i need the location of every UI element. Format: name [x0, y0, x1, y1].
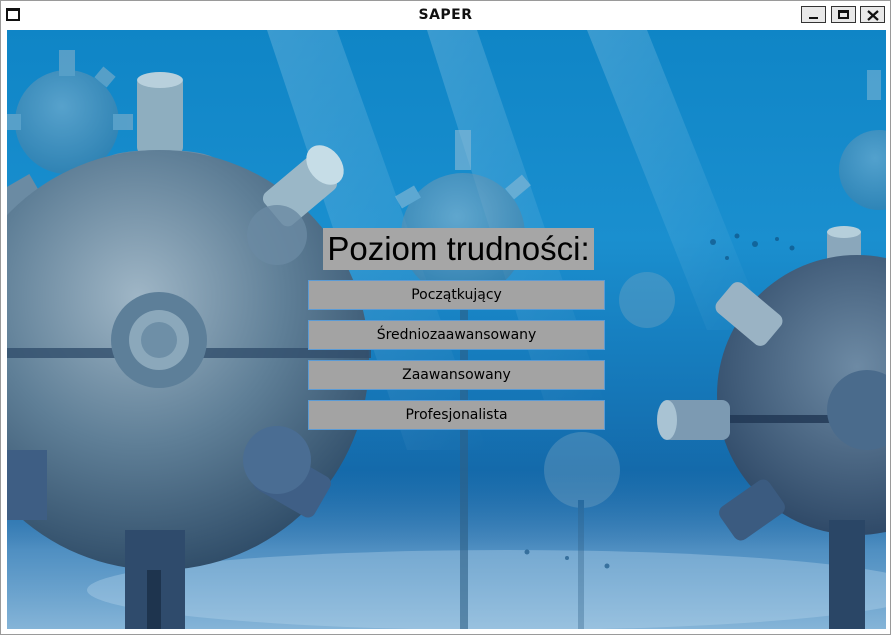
intermediate-button[interactable]: Średniozaawansowany	[308, 320, 605, 350]
beginner-button[interactable]: Początkujący	[308, 280, 605, 310]
maximize-button[interactable]	[831, 6, 856, 23]
main-menu-area: Poziom trudności: Początkujący Średnioza…	[7, 30, 886, 629]
close-icon	[867, 10, 879, 21]
professional-button[interactable]: Profesjonalista	[308, 400, 605, 430]
app-window: SAPER Poziom trudności: Początkujący Śre…	[0, 0, 891, 635]
close-button[interactable]	[860, 6, 885, 23]
title-bar[interactable]: SAPER	[1, 1, 890, 29]
difficulty-heading: Poziom trudności:	[323, 228, 594, 270]
window-title: SAPER	[418, 7, 473, 23]
minimize-button[interactable]	[801, 6, 826, 23]
advanced-button[interactable]: Zaawansowany	[308, 360, 605, 390]
